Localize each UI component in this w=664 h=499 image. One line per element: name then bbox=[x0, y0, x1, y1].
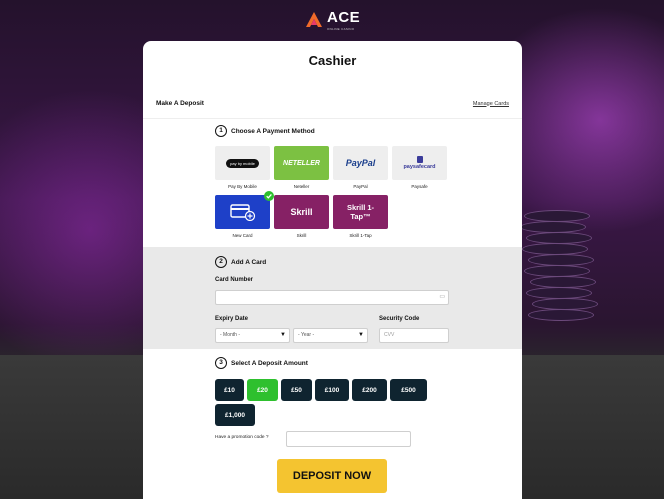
cashier-header-row: Make A Deposit Manage Cards bbox=[143, 89, 522, 119]
amount-button-20[interactable]: £20 bbox=[247, 379, 278, 401]
payment-method-new-card[interactable] bbox=[215, 195, 270, 229]
expiry-year-select[interactable]: - Year - ▼ bbox=[293, 328, 368, 343]
payment-method-paysafe[interactable]: paysafecard bbox=[392, 146, 447, 180]
payment-method-pay-by-mobile[interactable]: pay by mobile bbox=[215, 146, 270, 180]
step-number: 2 bbox=[215, 256, 227, 268]
page-title: Cashier bbox=[308, 53, 357, 68]
lock-icon bbox=[416, 156, 423, 163]
paypal-logo: PayPal bbox=[345, 158, 376, 168]
cvv-placeholder: CVV bbox=[384, 332, 395, 338]
payment-method-label: PayPal bbox=[353, 184, 368, 189]
payment-method-label: Paysafe bbox=[411, 184, 428, 189]
step-choose-payment: 1 Choose A Payment Method bbox=[215, 125, 315, 137]
payment-method-paypal[interactable]: PayPal bbox=[333, 146, 388, 180]
step-number: 3 bbox=[215, 357, 227, 369]
amount-button-200[interactable]: £200 bbox=[352, 379, 387, 401]
dropdown-caret-icon: ▼ bbox=[358, 332, 364, 338]
expiry-month-select[interactable]: - Month - ▼ bbox=[215, 328, 290, 343]
amount-button-1000[interactable]: £1,000 bbox=[215, 404, 255, 426]
brand-tagline: ONLINE CASINO bbox=[327, 27, 355, 31]
amount-button-10[interactable]: £10 bbox=[215, 379, 244, 401]
step-label: Choose A Payment Method bbox=[231, 127, 315, 135]
step-add-card: 2 Add A Card bbox=[215, 256, 266, 268]
payment-method-label: Pay By Mobile bbox=[228, 184, 257, 189]
ace-logo-icon bbox=[305, 11, 323, 29]
step-select-amount: 3 Select A Deposit Amount bbox=[215, 357, 308, 369]
skrill-logo: Skrill bbox=[290, 207, 313, 217]
ace-logo[interactable]: ACE ONLINE CASINO bbox=[305, 9, 360, 31]
step-label: Select A Deposit Amount bbox=[231, 359, 308, 367]
brand-name: ACE bbox=[327, 9, 361, 26]
amount-button-100[interactable]: £100 bbox=[315, 379, 349, 401]
year-placeholder: - Year - bbox=[298, 332, 315, 338]
make-deposit-heading: Make A Deposit bbox=[156, 100, 204, 107]
month-placeholder: - Month - bbox=[220, 332, 241, 338]
cashier-panel: Cashier Make A Deposit Manage Cards 1 Ch… bbox=[143, 41, 522, 499]
payment-method-neteller[interactable]: NETELLER bbox=[274, 146, 329, 180]
paysafe-logo: paysafecard bbox=[403, 164, 436, 170]
amount-button-500[interactable]: £500 bbox=[390, 379, 427, 401]
payment-method-label: Skrill bbox=[296, 233, 307, 238]
amount-button-50[interactable]: £50 bbox=[281, 379, 312, 401]
step-label: Add A Card bbox=[231, 258, 267, 266]
security-code-label: Security Code bbox=[379, 316, 420, 322]
chip bbox=[528, 309, 594, 321]
skrill-1-tap-logo: Skrill 1-Tap™ bbox=[346, 203, 375, 221]
dropdown-caret-icon: ▼ bbox=[280, 332, 286, 338]
neteller-logo: NETELLER bbox=[283, 159, 320, 167]
card-number-input[interactable]: ▭ bbox=[215, 290, 449, 305]
promo-code-label: Have a promotion code ? bbox=[215, 435, 269, 440]
expiry-date-label: Expiry Date bbox=[215, 316, 249, 322]
cvv-input[interactable]: CVV bbox=[379, 328, 449, 343]
deposit-now-button[interactable]: DEPOSIT NOW bbox=[277, 459, 387, 493]
payment-method-skrill[interactable]: Skrill bbox=[274, 195, 329, 229]
payment-method-label: New Card bbox=[232, 233, 253, 238]
card-icon: ▭ bbox=[439, 294, 445, 300]
card-number-label: Card Number bbox=[215, 277, 254, 283]
step-number: 1 bbox=[215, 125, 227, 137]
selected-check-icon bbox=[264, 191, 274, 201]
payment-method-label: Neteller bbox=[293, 184, 310, 189]
manage-cards-link[interactable]: Manage Cards bbox=[473, 101, 509, 107]
payment-method-label: Skrill 1-Tap bbox=[349, 233, 372, 238]
promo-code-input[interactable] bbox=[286, 431, 411, 447]
add-card-icon bbox=[229, 204, 255, 221]
pay-by-mobile-logo: pay by mobile bbox=[226, 158, 259, 168]
payment-method-skrill-1-tap[interactable]: Skrill 1-Tap™ bbox=[333, 195, 388, 229]
